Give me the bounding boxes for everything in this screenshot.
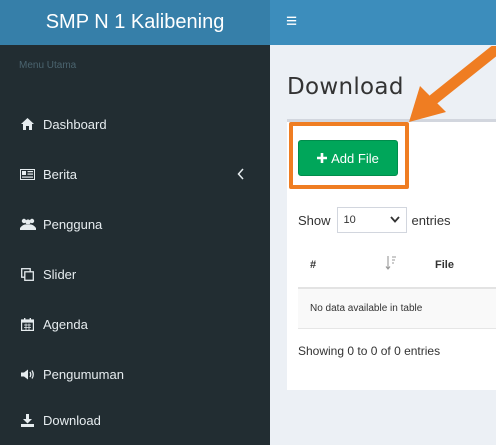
sidebar-item-dashboard[interactable]: Dashboard <box>0 99 270 149</box>
sidebar-item-slider[interactable]: Slider <box>0 249 270 299</box>
download-icon <box>18 413 37 427</box>
sidebar-item-label: Dashboard <box>43 116 107 132</box>
plus-icon <box>317 151 328 166</box>
home-icon <box>18 117 37 131</box>
top-navbar: ≡ <box>270 0 496 45</box>
sidebar-item-label: Berita <box>43 166 77 182</box>
show-label: Show <box>298 212 331 228</box>
files-table: # File No data available in table <box>298 243 496 329</box>
sidebar-item-label: Pengguna <box>43 216 103 232</box>
chevron-down-icon <box>389 214 400 226</box>
sidebar: Menu Utama Dashboard Berita Pengguna Sli… <box>0 45 270 445</box>
table-header: # File <box>298 243 496 289</box>
sidebar-item-label: Agenda <box>43 316 88 332</box>
sidebar-item-download[interactable]: Download <box>0 395 270 445</box>
table-empty-row: No data available in table <box>298 289 496 329</box>
empty-table-message: No data available in table <box>310 303 423 314</box>
entries-label: entries <box>411 212 451 228</box>
sidebar-header: Menu Utama <box>19 60 77 71</box>
sidebar-item-label: Pengumuman <box>43 366 124 382</box>
page-title: Download <box>287 74 404 100</box>
sidebar-item-agenda[interactable]: Agenda <box>0 299 270 349</box>
column-header-number[interactable]: # <box>310 259 316 271</box>
sort-icon[interactable] <box>385 255 397 274</box>
column-header-file[interactable]: File <box>435 259 454 271</box>
newspaper-icon <box>18 167 37 181</box>
users-icon <box>18 217 37 231</box>
add-file-label: Add File <box>331 150 379 166</box>
sidebar-item-pengguna[interactable]: Pengguna <box>0 199 270 249</box>
brand-title: SMP N 1 Kalibening <box>45 11 225 33</box>
hamburger-icon[interactable]: ≡ <box>286 12 297 31</box>
entries-select-value: 10 <box>343 214 356 226</box>
sidebar-item-label: Slider <box>43 266 77 282</box>
calendar-icon <box>18 317 37 331</box>
brand-logo[interactable]: SMP N 1 Kalibening <box>0 0 270 45</box>
entries-select[interactable]: 10 <box>336 207 407 233</box>
table-info: Showing 0 to 0 of 0 entries <box>298 344 441 358</box>
annotation-arrow <box>409 46 496 122</box>
chevron-left-icon <box>237 168 244 180</box>
sidebar-item-label: Download <box>43 412 101 428</box>
sidebar-item-berita[interactable]: Berita <box>0 149 270 199</box>
add-file-button[interactable]: Add File <box>298 140 398 176</box>
entries-length-control: Show 10 entries <box>298 206 451 234</box>
sidebar-item-pengumuman[interactable]: Pengumuman <box>0 349 270 399</box>
slider-icon <box>18 267 37 281</box>
megaphone-icon <box>18 367 37 381</box>
